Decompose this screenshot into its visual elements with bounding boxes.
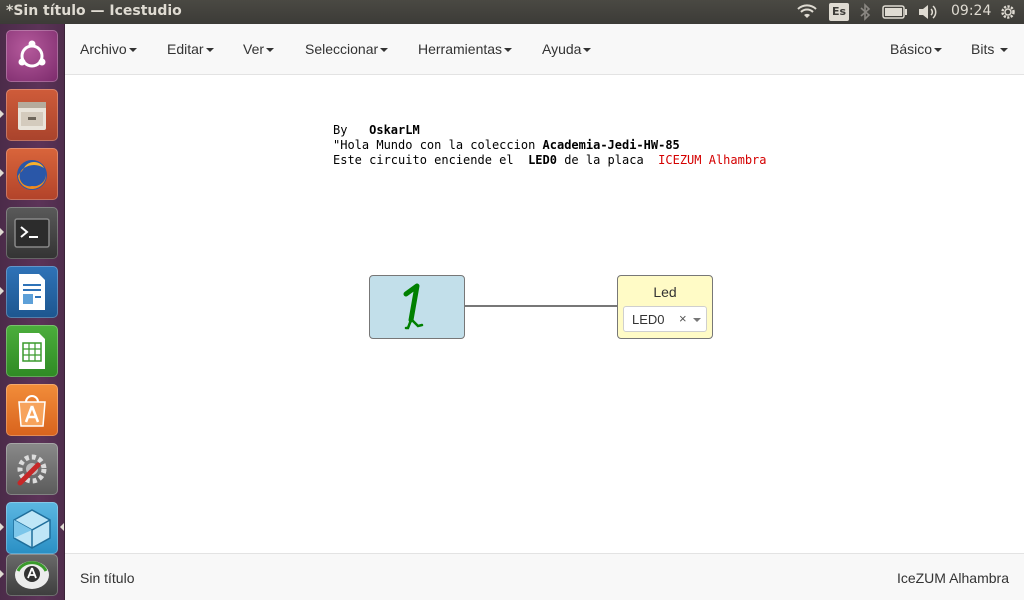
top-panel: *Sin título — Icestudio Es 09:24: [0, 0, 1024, 24]
note-line2-prefix: "Hola Mundo con la coleccion: [333, 138, 543, 152]
led-block-title: Led: [653, 284, 677, 300]
menu-herramientas[interactable]: Herramientas: [418, 24, 513, 74]
menu-editar[interactable]: Editar: [167, 24, 214, 74]
focused-indicator: [60, 523, 64, 531]
note-collection: Academia-Jedi-HW-85: [542, 138, 680, 152]
running-indicator: [0, 523, 4, 531]
note-line3-middle: de la placa: [556, 153, 659, 167]
calc-icon[interactable]: [6, 325, 58, 377]
caret-down-icon: [934, 48, 943, 53]
caret-down-icon: [205, 48, 214, 53]
constant-high-block[interactable]: [369, 275, 465, 339]
led-pin-select[interactable]: LED0 ×: [623, 306, 707, 332]
bluetooth-icon[interactable]: [856, 0, 874, 24]
menu-label: Seleccionar: [305, 41, 379, 57]
constant-one-icon: [403, 283, 424, 330]
led-pin-value: LED0: [632, 312, 665, 327]
note-led: LED0: [528, 153, 557, 167]
menu-bits[interactable]: Bits: [971, 24, 1009, 74]
running-indicator: [0, 169, 4, 177]
menu-ver[interactable]: Ver: [243, 24, 275, 74]
battery-icon[interactable]: [880, 0, 910, 24]
launcher: [0, 24, 65, 600]
statusbar: Sin título IceZUM Alhambra: [65, 553, 1024, 600]
system-settings-icon[interactable]: [6, 443, 58, 495]
running-indicator: [0, 287, 4, 295]
led-output-block[interactable]: Led LED0 ×: [617, 275, 713, 339]
note-line3-prefix: Este circuito enciende el: [333, 153, 529, 167]
chevron-down-icon[interactable]: [693, 318, 701, 322]
menu-label: Herramientas: [418, 41, 503, 57]
menu-label: Ver: [243, 41, 265, 57]
wire-connection[interactable]: [465, 305, 618, 307]
firefox-icon[interactable]: [6, 148, 58, 200]
status-file-name: Sin título: [80, 570, 135, 586]
caret-down-icon: [266, 48, 275, 53]
icestudio-icon[interactable]: [6, 502, 58, 554]
menu-label: Bits: [971, 41, 995, 57]
window-title: *Sin título — Icestudio: [6, 3, 182, 19]
menu-ayuda[interactable]: Ayuda: [542, 24, 592, 74]
ubuntu-dash-icon[interactable]: [6, 30, 58, 82]
running-indicator: [0, 110, 4, 118]
caret-down-icon: [504, 48, 513, 53]
writer-icon[interactable]: [6, 266, 58, 318]
files-icon[interactable]: [6, 89, 58, 141]
menubar: Archivo Editar Ver Seleccionar Herramien…: [65, 24, 1024, 75]
note-author: OskarLM: [369, 123, 420, 137]
clock[interactable]: 09:24: [951, 3, 991, 19]
software-center-icon[interactable]: [6, 384, 58, 436]
menu-label: Editar: [167, 41, 204, 57]
menu-archivo[interactable]: Archivo: [80, 24, 137, 74]
wifi-icon[interactable]: [796, 0, 818, 24]
menu-label: Básico: [890, 41, 933, 57]
settings-gear-icon[interactable]: [996, 0, 1020, 24]
terminal-icon[interactable]: [6, 207, 58, 259]
status-board-name[interactable]: IceZUM Alhambra: [897, 570, 1009, 586]
clear-icon[interactable]: ×: [679, 311, 687, 326]
menu-label: Ayuda: [542, 41, 582, 57]
caret-down-icon: [128, 48, 137, 53]
keyboard-layout-icon[interactable]: Es: [829, 3, 849, 21]
caret-down-icon: [583, 48, 592, 53]
note-by-prefix: By: [333, 123, 370, 137]
menu-basico[interactable]: Básico: [890, 24, 943, 74]
info-note[interactable]: By OskarLM "Hola Mundo con la coleccion …: [333, 123, 767, 168]
running-indicator: [0, 570, 4, 578]
menu-label: Archivo: [80, 41, 127, 57]
volume-icon[interactable]: [916, 0, 940, 24]
update-manager-icon[interactable]: [6, 554, 58, 596]
caret-down-icon: [380, 48, 389, 53]
running-indicator: [0, 228, 4, 236]
caret-down-icon: [1000, 48, 1009, 53]
design-canvas[interactable]: By OskarLM "Hola Mundo con la coleccion …: [65, 75, 1024, 553]
menu-seleccionar[interactable]: Seleccionar: [305, 24, 389, 74]
note-board: ICEZUM Alhambra: [658, 153, 767, 167]
